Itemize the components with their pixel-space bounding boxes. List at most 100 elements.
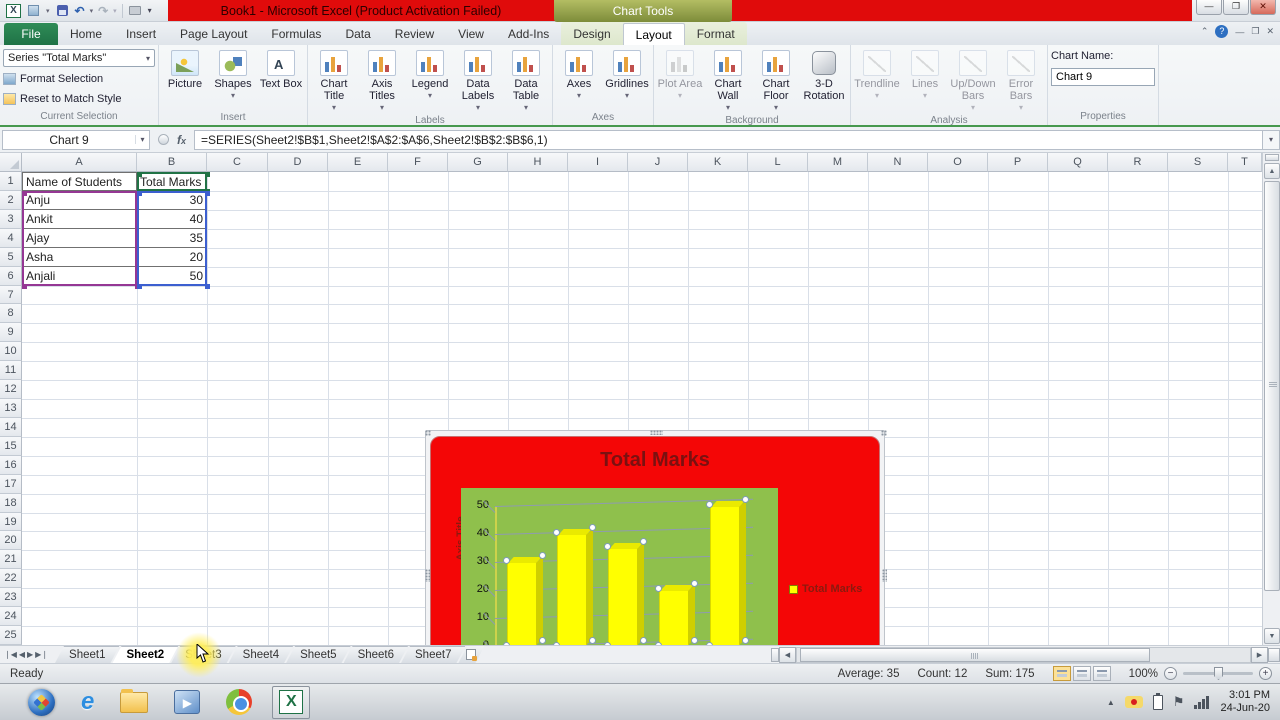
tab-home[interactable]: Home <box>58 23 114 45</box>
collapse-button[interactable] <box>158 134 169 145</box>
workbook-close-icon[interactable]: ✕ <box>1266 26 1274 37</box>
column-header-J[interactable]: J <box>628 153 688 172</box>
undo-icon[interactable]: ↶ <box>75 4 85 18</box>
zoom-slider[interactable] <box>1183 672 1253 675</box>
row-header-4[interactable]: 4 <box>0 229 22 248</box>
column-header-T[interactable]: T <box>1228 153 1262 172</box>
scroll-right-icon[interactable]: ▶ <box>1251 647 1268 663</box>
battery-icon[interactable] <box>1153 695 1163 710</box>
vertical-split-handle[interactable] <box>1265 154 1279 161</box>
zoom-level[interactable]: 100% <box>1129 668 1158 680</box>
column-header-G[interactable]: G <box>448 153 508 172</box>
legend-button[interactable]: Legend▾ <box>407 47 453 111</box>
print-icon[interactable] <box>128 4 143 18</box>
customize-qat-icon[interactable]: ▾ <box>148 6 152 15</box>
column-header-H[interactable]: H <box>508 153 568 172</box>
row-header-21[interactable]: 21 <box>0 550 22 569</box>
data-labels-button[interactable]: Data Labels▾ <box>455 47 501 114</box>
scroll-left-icon[interactable]: ◀ <box>779 647 796 663</box>
prev-sheet-icon[interactable]: ◀ <box>19 650 25 659</box>
column-header-A[interactable]: A <box>22 153 137 172</box>
minimize-button[interactable]: — <box>1196 0 1222 15</box>
help-icon[interactable]: ? <box>1215 25 1228 38</box>
cell-A6[interactable]: Anjali <box>22 267 137 286</box>
row-header-11[interactable]: 11 <box>0 361 22 380</box>
format-selection-button[interactable]: Format Selection <box>3 70 155 87</box>
chart-resize-handle[interactable] <box>425 430 431 436</box>
bar-ankit[interactable] <box>557 534 587 646</box>
tab-file[interactable]: File <box>4 23 58 45</box>
vertical-scrollbar[interactable]: ▲ ▼ <box>1262 153 1280 645</box>
sheet-tab-sheet1[interactable]: Sheet1 <box>55 646 119 663</box>
column-header-S[interactable]: S <box>1168 153 1228 172</box>
row-header-22[interactable]: 22 <box>0 569 22 588</box>
tab-design[interactable]: Design <box>561 23 622 45</box>
row-header-6[interactable]: 6 <box>0 267 22 286</box>
row-header-9[interactable]: 9 <box>0 323 22 342</box>
row-header-5[interactable]: 5 <box>0 248 22 267</box>
column-header-P[interactable]: P <box>988 153 1048 172</box>
row-header-23[interactable]: 23 <box>0 588 22 607</box>
last-sheet-icon[interactable]: ▶❘ <box>35 650 48 659</box>
dropdown-arrow-icon[interactable]: ▾ <box>46 7 50 15</box>
tab-add-ins[interactable]: Add-Ins <box>496 23 561 45</box>
chart-name-input[interactable] <box>1051 68 1155 86</box>
chrome-icon[interactable] <box>226 689 252 715</box>
select-all-corner[interactable] <box>0 153 22 172</box>
data-table-button[interactable]: Data Table▾ <box>503 47 549 114</box>
row-header-2[interactable]: 2 <box>0 191 22 210</box>
workbook-minimize-icon[interactable]: — <box>1235 27 1244 37</box>
tab-insert[interactable]: Insert <box>114 23 168 45</box>
name-box-dropdown-icon[interactable]: ▾ <box>135 135 149 144</box>
3-d-rotation-button[interactable]: 3-D Rotation <box>801 47 847 111</box>
first-sheet-icon[interactable]: ❘◀ <box>4 650 17 659</box>
page-layout-view-icon[interactable] <box>1073 666 1091 681</box>
close-button[interactable]: ✕ <box>1250 0 1276 15</box>
expand-formula-bar-icon[interactable]: ▾ <box>1262 130 1280 150</box>
cell-B5[interactable]: 20 <box>137 248 207 267</box>
column-header-R[interactable]: R <box>1108 153 1168 172</box>
tab-data[interactable]: Data <box>333 23 382 45</box>
chart-title-button[interactable]: Chart Title▾ <box>311 47 357 114</box>
tab-view[interactable]: View <box>446 23 496 45</box>
bar-ajay[interactable] <box>608 548 638 646</box>
cell-B2[interactable]: 30 <box>137 191 207 210</box>
shapes-button[interactable]: Shapes▾ <box>210 47 256 111</box>
row-header-10[interactable]: 10 <box>0 342 22 361</box>
tab-formulas[interactable]: Formulas <box>259 23 333 45</box>
chevron-down-icon[interactable]: ▾ <box>146 54 150 63</box>
row-header-7[interactable]: 7 <box>0 286 22 305</box>
normal-view-icon[interactable] <box>1053 666 1071 681</box>
media-player-icon[interactable]: ▶ <box>174 690 200 714</box>
column-header-C[interactable]: C <box>207 153 268 172</box>
page-break-view-icon[interactable] <box>1093 666 1111 681</box>
column-header-E[interactable]: E <box>328 153 388 172</box>
row-header-8[interactable]: 8 <box>0 304 22 323</box>
screen-recorder-icon[interactable] <box>1125 696 1143 708</box>
tab-layout[interactable]: Layout <box>623 23 685 45</box>
sheet-tab-sheet6[interactable]: Sheet6 <box>344 646 408 663</box>
minimize-ribbon-icon[interactable]: ⌃ <box>1201 26 1209 37</box>
name-box[interactable]: Chart 9 ▾ <box>2 130 150 150</box>
save-icon[interactable] <box>55 4 70 18</box>
row-header-12[interactable]: 12 <box>0 380 22 399</box>
file-explorer-icon[interactable] <box>120 692 148 713</box>
chart-resize-handle[interactable] <box>881 430 887 436</box>
cell-A3[interactable]: Ankit <box>22 210 137 229</box>
cell-B3[interactable]: 40 <box>137 210 207 229</box>
horizontal-scroll-track[interactable] <box>796 647 1251 663</box>
excel-logo-icon[interactable]: X <box>6 4 21 18</box>
text-box-button[interactable]: Text Box <box>258 47 304 111</box>
cell-B4[interactable]: 35 <box>137 229 207 248</box>
column-header-D[interactable]: D <box>268 153 328 172</box>
excel-taskbar-button[interactable]: X <box>272 686 310 719</box>
chart-wall-button[interactable]: Chart Wall▾ <box>705 47 751 114</box>
column-header-I[interactable]: I <box>568 153 628 172</box>
axes-button[interactable]: Axes▾ <box>556 47 602 111</box>
start-button-icon[interactable] <box>28 689 55 716</box>
bar-anju[interactable] <box>507 562 537 646</box>
zoom-in-icon[interactable]: + <box>1259 667 1272 680</box>
show-hidden-icons-icon[interactable]: ▲ <box>1107 698 1115 707</box>
gridlines-button[interactable]: Gridlines▾ <box>604 47 650 111</box>
column-header-O[interactable]: O <box>928 153 988 172</box>
